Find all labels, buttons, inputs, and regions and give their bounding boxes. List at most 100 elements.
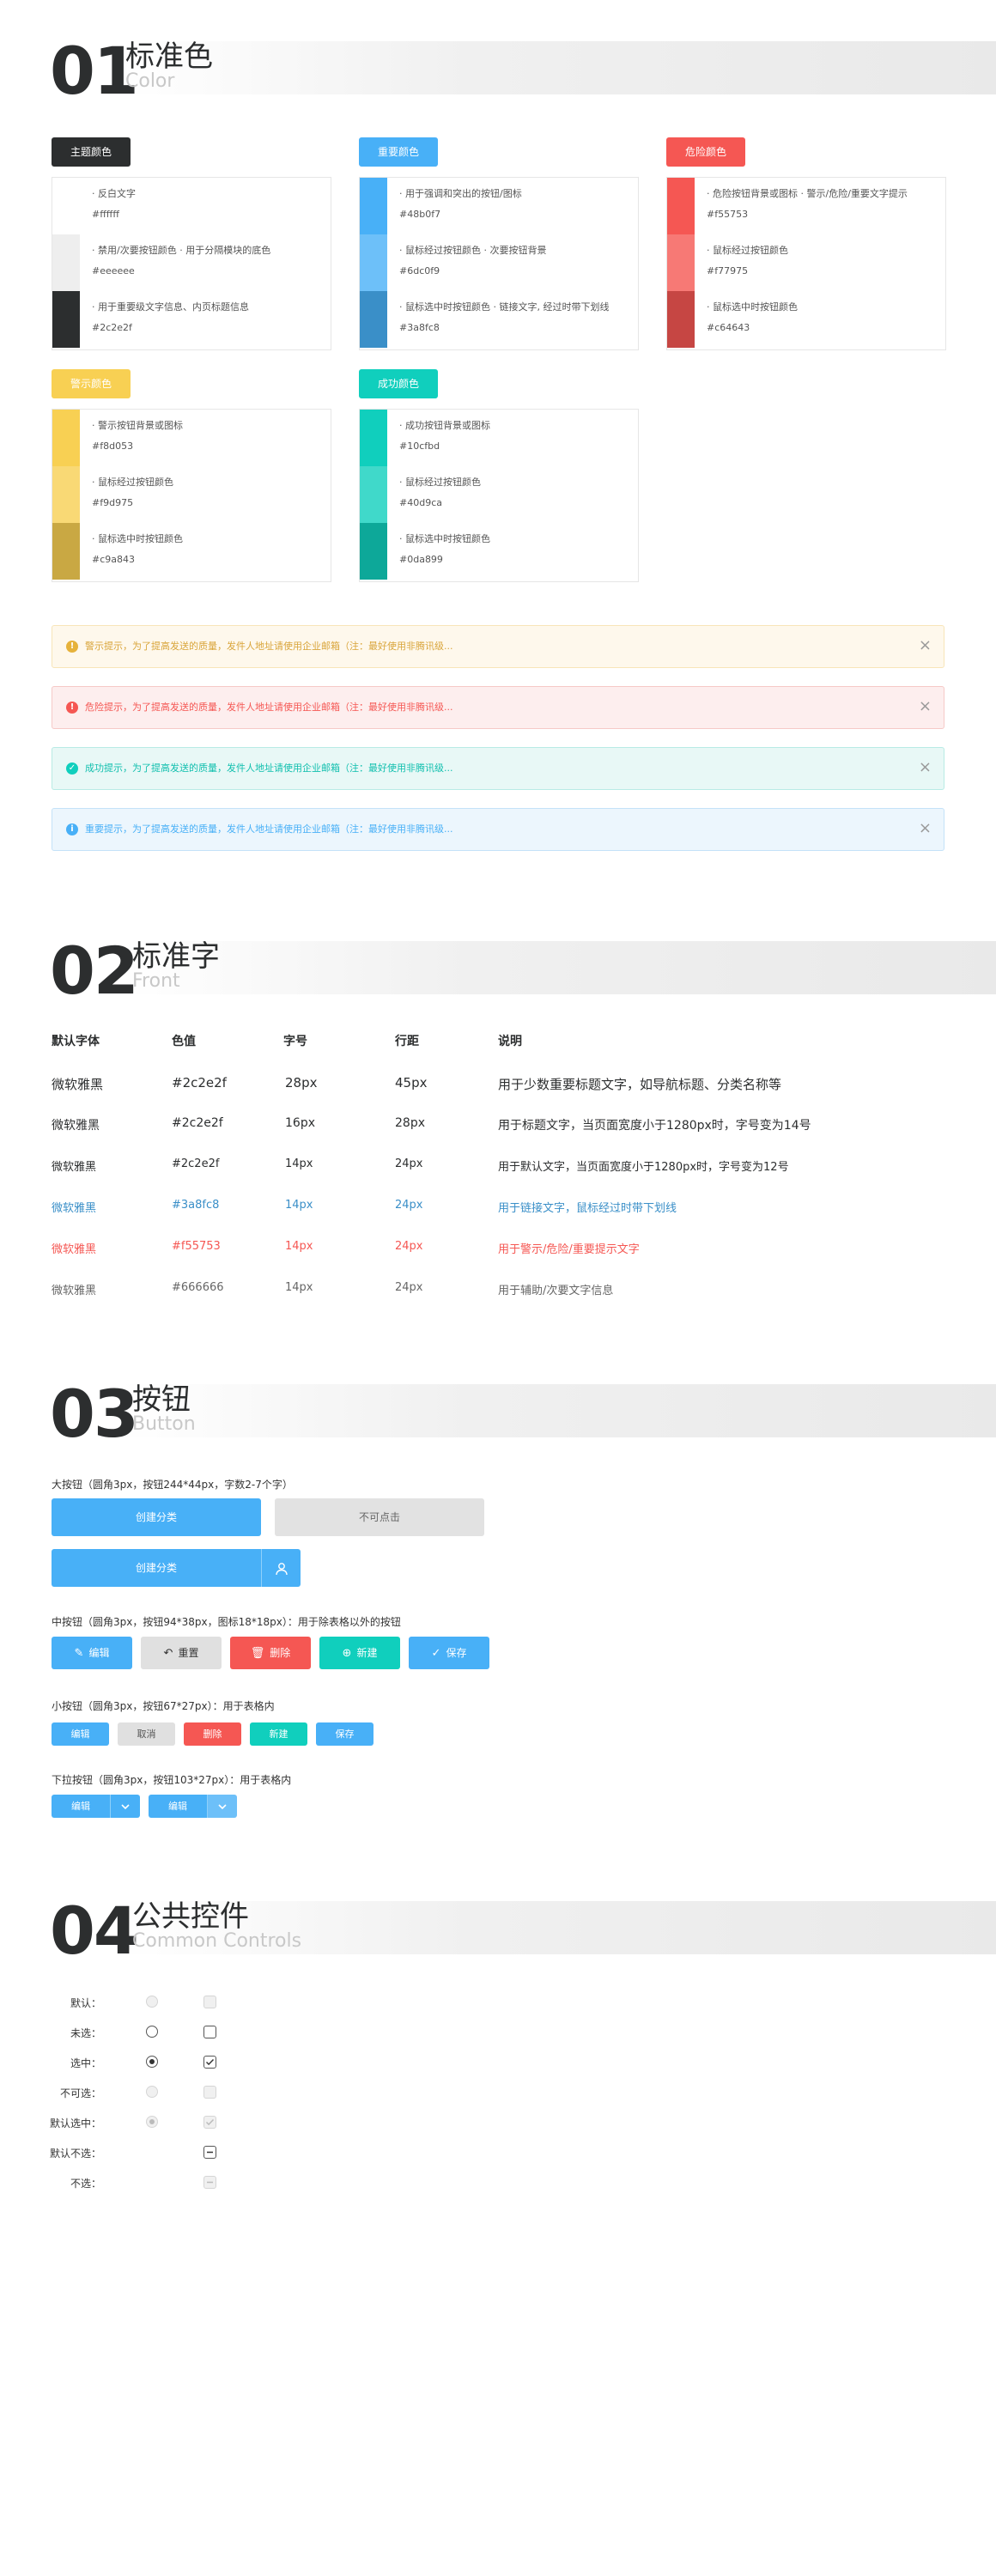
radio-button[interactable] (146, 2026, 158, 2038)
check-circle-icon: ✓ (431, 1647, 441, 1660)
dropdown-toggle[interactable] (207, 1795, 237, 1818)
section-subtitle: Common Controls (132, 1930, 302, 1952)
dropdown-button[interactable]: 编辑 (149, 1795, 207, 1818)
medium-button[interactable]: 🗑 删除 (230, 1637, 311, 1669)
control-row: 默认不选： (50, 2144, 309, 2161)
medium-button-caption: 中按钮（圆角3px，按钮94*38px，图标18*18px）：用于除表格以外的按… (52, 1616, 401, 1628)
swatch-row: · 鼠标经过按钮颜色 #f9d975 (52, 466, 331, 523)
swatch-row: · 鼠标选中时按钮颜色 #c9a843 (52, 523, 331, 580)
swatch-group: 主题颜色 · 反白文字 #ffffff · 禁用/次要按钮颜色 · 用于分隔模块的底色… (52, 137, 331, 350)
swatch-row: · 鼠标经过按钮颜色 #40d9ca (360, 466, 638, 523)
dash-icon (207, 2181, 213, 2184)
create-category-button[interactable]: 创建分类 (52, 1498, 261, 1536)
swatch-hex: #eeeeee (92, 265, 135, 276)
control-label: 默认： (70, 1997, 101, 2009)
control-row: 不可选： (52, 2084, 309, 2101)
color-chip (360, 178, 387, 234)
swatch-group: 成功颜色 · 成功按钮背景或图标 #10cfbd · 鼠标经过按钮颜色 #40d9ca ·… (359, 369, 639, 582)
table-cell-line: 28px (395, 1116, 425, 1130)
swatch-description: · 鼠标经过按钮颜色 · 次要按钮背景 (399, 245, 547, 256)
checkmark-icon (205, 2058, 215, 2066)
swatch-group-label: 危险颜色 (666, 137, 746, 167)
plus-circle-icon: ⊕ (342, 1647, 352, 1660)
checkbox (203, 1996, 216, 2008)
swatch-list: · 反白文字 #ffffff · 禁用/次要按钮颜色 · 用于分隔模块的底色 #eee… (52, 177, 331, 350)
swatch-hex: #f77975 (707, 265, 749, 276)
table-row: 微软雅黑 #2c2e2f 14px 24px 用于默认文字，当页面宽度小于1280px时… (52, 1157, 944, 1183)
swatch-row: · 禁用/次要按钮颜色 · 用于分隔模块的底色 #eeeeee (52, 234, 331, 291)
table-cell-size: 14px (285, 1199, 313, 1212)
table-cell-hex: #2c2e2f (172, 1157, 220, 1170)
close-icon[interactable]: × (919, 759, 932, 776)
checkbox[interactable] (203, 2146, 216, 2159)
swatch-description: · 禁用/次要按钮颜色 · 用于分隔模块的底色 (92, 245, 271, 256)
swatch-row: · 鼠标选中时按钮颜色 #0da899 (360, 523, 638, 580)
swatch-hex: #f8d053 (92, 440, 134, 452)
swatch-row: · 鼠标经过按钮颜色 #f77975 (667, 234, 945, 291)
swatch-description: · 鼠标经过按钮颜色 (92, 477, 173, 488)
table-cell-size: 14px (285, 1240, 313, 1253)
button-label: 保存 (446, 1647, 467, 1659)
button-label: 重置 (178, 1647, 199, 1659)
column-header: 色值 (172, 1035, 196, 1048)
user-icon-button[interactable] (261, 1549, 301, 1587)
alert-banner: i 重要提示，为了提高发送的质量，发件人地址请使用企业邮箱（注：最好使用非腾讯级.… (52, 808, 944, 851)
control-label: 未选： (70, 2027, 101, 2039)
medium-button[interactable]: ↶ 重置 (141, 1637, 222, 1669)
swatch-row: · 用于强调和突出的按钮/图标 #48b0f7 (360, 178, 638, 234)
medium-button[interactable]: ✎ 编辑 (52, 1637, 132, 1669)
color-chip (52, 523, 80, 580)
dropdown-button-caption: 下拉按钮（圆角3px，按钮103*27px）：用于表格内 (52, 1774, 292, 1786)
create-category-icon-button[interactable]: 创建分类 (52, 1549, 261, 1587)
color-chip (360, 523, 387, 580)
close-icon[interactable]: × (919, 820, 932, 837)
small-button[interactable]: 删除 (184, 1722, 241, 1746)
swatch-row: · 警示按钮背景或图标 #f8d053 (52, 410, 331, 466)
swatch-group: 重要颜色 · 用于强调和突出的按钮/图标 #48b0f7 · 鼠标经过按钮颜色 · 次… (359, 137, 639, 350)
table-cell-desc: 用于少数重要标题文字，如导航标题、分类名称等 (498, 1077, 782, 1092)
small-button[interactable]: 编辑 (52, 1722, 109, 1746)
swatch-hex: #10cfbd (399, 440, 440, 452)
table-cell-desc: 用于标题文字，当页面宽度小于1280px时，字号变为14号 (498, 1119, 811, 1133)
close-icon[interactable]: × (919, 637, 932, 654)
swatch-row: · 反白文字 #ffffff (52, 178, 331, 234)
trash-icon: 🗑 (250, 1647, 265, 1660)
color-chip (52, 466, 80, 523)
header-band (120, 1384, 996, 1437)
checkbox[interactable] (203, 2026, 216, 2038)
table-row: 微软雅黑 #3a8fc8 14px 24px 用于链接文字，鼠标经过时带下划线 (52, 1199, 944, 1224)
alert-icon: i (66, 823, 78, 835)
checkbox[interactable] (203, 2056, 216, 2069)
button-label: 编辑 (88, 1647, 110, 1659)
control-row: 默认选中： (50, 2114, 309, 2131)
swatch-list: · 用于强调和突出的按钮/图标 #48b0f7 · 鼠标经过按钮颜色 · 次要按钮背… (359, 177, 639, 350)
column-header: 字号 (283, 1035, 307, 1048)
swatch-hex: #c64643 (707, 322, 750, 333)
swatch-list: · 成功按钮背景或图标 #10cfbd · 鼠标经过按钮颜色 #40d9ca · 鼠标选… (359, 409, 639, 582)
column-header: 说明 (498, 1035, 522, 1048)
small-button[interactable]: 新建 (250, 1722, 307, 1746)
medium-button[interactable]: ⊕ 新建 (319, 1637, 400, 1669)
swatch-description: · 成功按钮背景或图标 (399, 420, 490, 431)
control-row: 不选： (52, 2174, 309, 2191)
swatch-hex: #3a8fc8 (399, 322, 440, 333)
dropdown-toggle[interactable] (110, 1795, 140, 1818)
small-button[interactable]: 取消 (118, 1722, 175, 1746)
small-button[interactable]: 保存 (316, 1722, 374, 1746)
swatch-hex: #6dc0f9 (399, 265, 440, 276)
table-cell-font: 微软雅黑 (52, 1077, 104, 1092)
table-row: 微软雅黑 #666666 14px 24px 用于辅助/次要文字信息 (52, 1281, 944, 1307)
swatch-description: · 危险按钮背景或图标 · 警示/危险/重要文字提示 (707, 188, 908, 199)
alert-text: 危险提示，为了提高发送的质量，发件人地址请使用企业邮箱（注：最好使用非腾讯级..… (85, 702, 453, 713)
radio-button[interactable] (146, 2056, 158, 2068)
chevron-down-icon (121, 1804, 130, 1810)
medium-button[interactable]: ✓ 保存 (409, 1637, 489, 1669)
table-cell-font: 微软雅黑 (52, 1161, 97, 1174)
table-cell-line: 45px (395, 1075, 428, 1091)
font-table-header: 默认字体 色值 字号 行距 说明 (52, 1032, 944, 1058)
close-icon[interactable]: × (919, 698, 932, 715)
table-cell-size: 28px (285, 1075, 318, 1091)
color-chip (360, 410, 387, 466)
color-chip (360, 466, 387, 523)
dropdown-button[interactable]: 编辑 (52, 1795, 110, 1818)
